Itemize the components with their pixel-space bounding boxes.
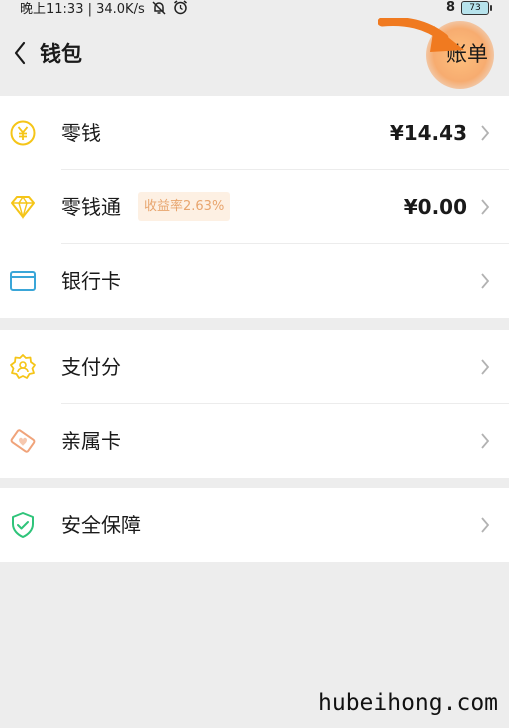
list-item-lingqiantong[interactable]: 零钱通 收益率2.63% ¥0.00 <box>0 170 509 244</box>
list-item-label: 安全保障 <box>61 513 141 537</box>
battery-level: 73 <box>469 3 481 13</box>
chevron-right-icon <box>481 433 490 449</box>
balance-value: ¥14.43 <box>389 121 467 145</box>
list-item-security[interactable]: 安全保障 <box>0 488 509 562</box>
pointer-arrow-icon <box>378 18 464 52</box>
page-title: 钱包 <box>40 42 82 66</box>
shield-check-icon <box>12 512 34 538</box>
bank-card-icon <box>10 271 36 291</box>
mute-bell-icon <box>152 1 166 15</box>
status-left: 晚上11:33 | 34.0K/s <box>20 0 188 18</box>
list-item-label: 零钱通 <box>61 195 121 219</box>
chevron-right-icon <box>481 359 490 375</box>
wallet-group-1: 零钱 ¥14.43 零钱通 收益率2.63% ¥0.00 银行卡 <box>0 96 509 318</box>
yield-rate-badge: 收益率2.63% <box>138 192 231 221</box>
chevron-right-icon <box>481 199 490 215</box>
list-item-bank-card[interactable]: 银行卡 <box>0 244 509 318</box>
chevron-right-icon <box>481 517 490 533</box>
wallet-group-3: 安全保障 <box>0 488 509 562</box>
status-time: 晚上11:33 | 34.0K/s <box>20 2 145 17</box>
family-card-icon <box>10 429 36 453</box>
bluetooth-icon: 8 <box>445 0 455 15</box>
back-button[interactable] <box>6 38 34 68</box>
list-item-family-card[interactable]: 亲属卡 <box>0 404 509 478</box>
battery-icon: 73 <box>461 1 492 15</box>
status-right: 8 73 <box>445 0 492 15</box>
pay-score-icon <box>10 354 36 379</box>
wallet-group-2: 支付分 亲属卡 <box>0 330 509 478</box>
list-item-pay-score[interactable]: 支付分 <box>0 330 509 404</box>
list-item-label: 支付分 <box>61 355 121 379</box>
chevron-right-icon <box>481 125 490 141</box>
list-item-label: 零钱 <box>61 121 101 145</box>
nav-bar: 钱包 账单 <box>0 18 509 92</box>
list-item-label: 亲属卡 <box>61 429 121 453</box>
chevron-left-icon <box>14 41 26 65</box>
list-item-change[interactable]: 零钱 ¥14.43 <box>0 96 509 170</box>
diamond-icon <box>11 195 35 220</box>
list-item-label: 银行卡 <box>61 269 121 293</box>
alarm-clock-icon <box>174 0 187 15</box>
status-bar: 晚上11:33 | 34.0K/s 8 73 <box>0 0 509 18</box>
watermark-text: hubeihong.com <box>318 690 499 716</box>
balance-value: ¥0.00 <box>403 195 467 219</box>
chevron-right-icon <box>481 273 490 289</box>
coin-yen-icon <box>10 120 36 146</box>
